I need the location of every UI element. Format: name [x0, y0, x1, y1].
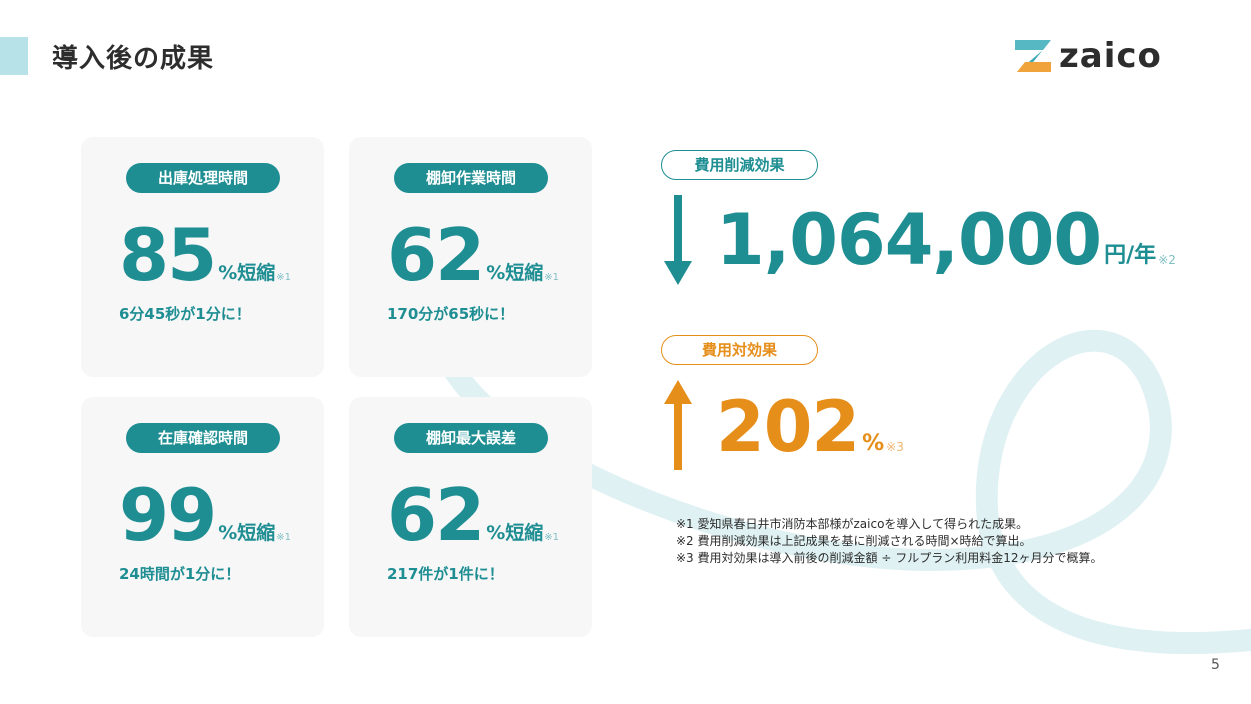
card-note: ※1 [544, 532, 559, 543]
cost-reduction-label: 費用削減効果 [661, 150, 818, 180]
result-card-shipping-time: 出庫処理時間 85 %短縮 ※1 6分45秒が1分に！ [81, 137, 324, 377]
cost-reduction-note: ※2 [1158, 253, 1176, 267]
card-note: ※1 [276, 272, 291, 283]
result-card-stock-check-time: 在庫確認時間 99 %短縮 ※1 24時間が1分に！ [81, 397, 324, 637]
title-accent-bar [0, 37, 28, 75]
card-unit: %短縮 [218, 522, 276, 544]
result-card-inventory-max-error: 棚卸最大誤差 62 %短縮 ※1 217件が1件に！ [349, 397, 592, 637]
card-note: ※1 [276, 532, 291, 543]
cost-effectiveness-unit: % [862, 431, 885, 456]
footnote-1: ※1 愛知県春日井市消防本部様がzaicoを導入して得られた成果。 [676, 517, 1029, 531]
cost-effectiveness-note: ※3 [886, 440, 904, 454]
cost-effectiveness-label: 費用対効果 [661, 335, 818, 365]
card-value: 99 [119, 473, 217, 557]
card-unit: %短縮 [218, 262, 276, 284]
card-unit: %短縮 [486, 522, 544, 544]
card-unit: %短縮 [486, 262, 544, 284]
arrow-down-icon [664, 195, 692, 285]
result-card-inventory-work-time: 棚卸作業時間 62 %短縮 ※1 170分が65秒に！ [349, 137, 592, 377]
card-value: 62 [387, 213, 485, 297]
card-detail: 24時間が1分に！ [119, 565, 241, 583]
card-metric: 99 %短縮 ※1 [119, 479, 291, 551]
footnotes: ※1 愛知県春日井市消防本部様がzaicoを導入して得られた成果。 ※2 費用削… [676, 516, 1102, 567]
footnote-3: ※3 費用対効果は導入前後の削減金額 ÷ フルプラン利用料金12ヶ月分で概算。 [676, 551, 1103, 565]
card-metric: 85 %短縮 ※1 [119, 219, 291, 291]
card-value: 62 [387, 473, 485, 557]
card-detail: 6分45秒が1分に！ [119, 305, 251, 323]
cost-reduction-value: 1,064,000 [716, 199, 1102, 281]
card-label: 在庫確認時間 [126, 423, 280, 453]
logo-text: zaico [1059, 36, 1162, 76]
page-title: 導入後の成果 [52, 44, 215, 74]
card-label: 棚卸最大誤差 [394, 423, 548, 453]
footnote-2: ※2 費用削減効果は上記成果を基に削減される時間×時給で算出。 [676, 534, 1032, 548]
card-value: 85 [119, 213, 217, 297]
card-metric: 62 %短縮 ※1 [387, 479, 559, 551]
zaico-logo: zaico [1013, 36, 1162, 76]
cost-effectiveness-metric: 202 % ※3 [716, 392, 904, 462]
cost-reduction-unit: 円/年 [1104, 243, 1157, 268]
card-detail: 170分が65秒に！ [387, 305, 515, 323]
arrow-up-icon [664, 380, 692, 470]
card-metric: 62 %短縮 ※1 [387, 219, 559, 291]
card-detail: 217件が1件に！ [387, 565, 504, 583]
card-label: 棚卸作業時間 [394, 163, 548, 193]
cost-effectiveness-value: 202 [716, 386, 860, 468]
zaico-z-logo-icon [1015, 40, 1051, 72]
cost-reduction-metric: 1,064,000 円/年 ※2 [716, 205, 1176, 275]
card-note: ※1 [544, 272, 559, 283]
card-label: 出庫処理時間 [126, 163, 280, 193]
page-number: 5 [1211, 657, 1220, 673]
